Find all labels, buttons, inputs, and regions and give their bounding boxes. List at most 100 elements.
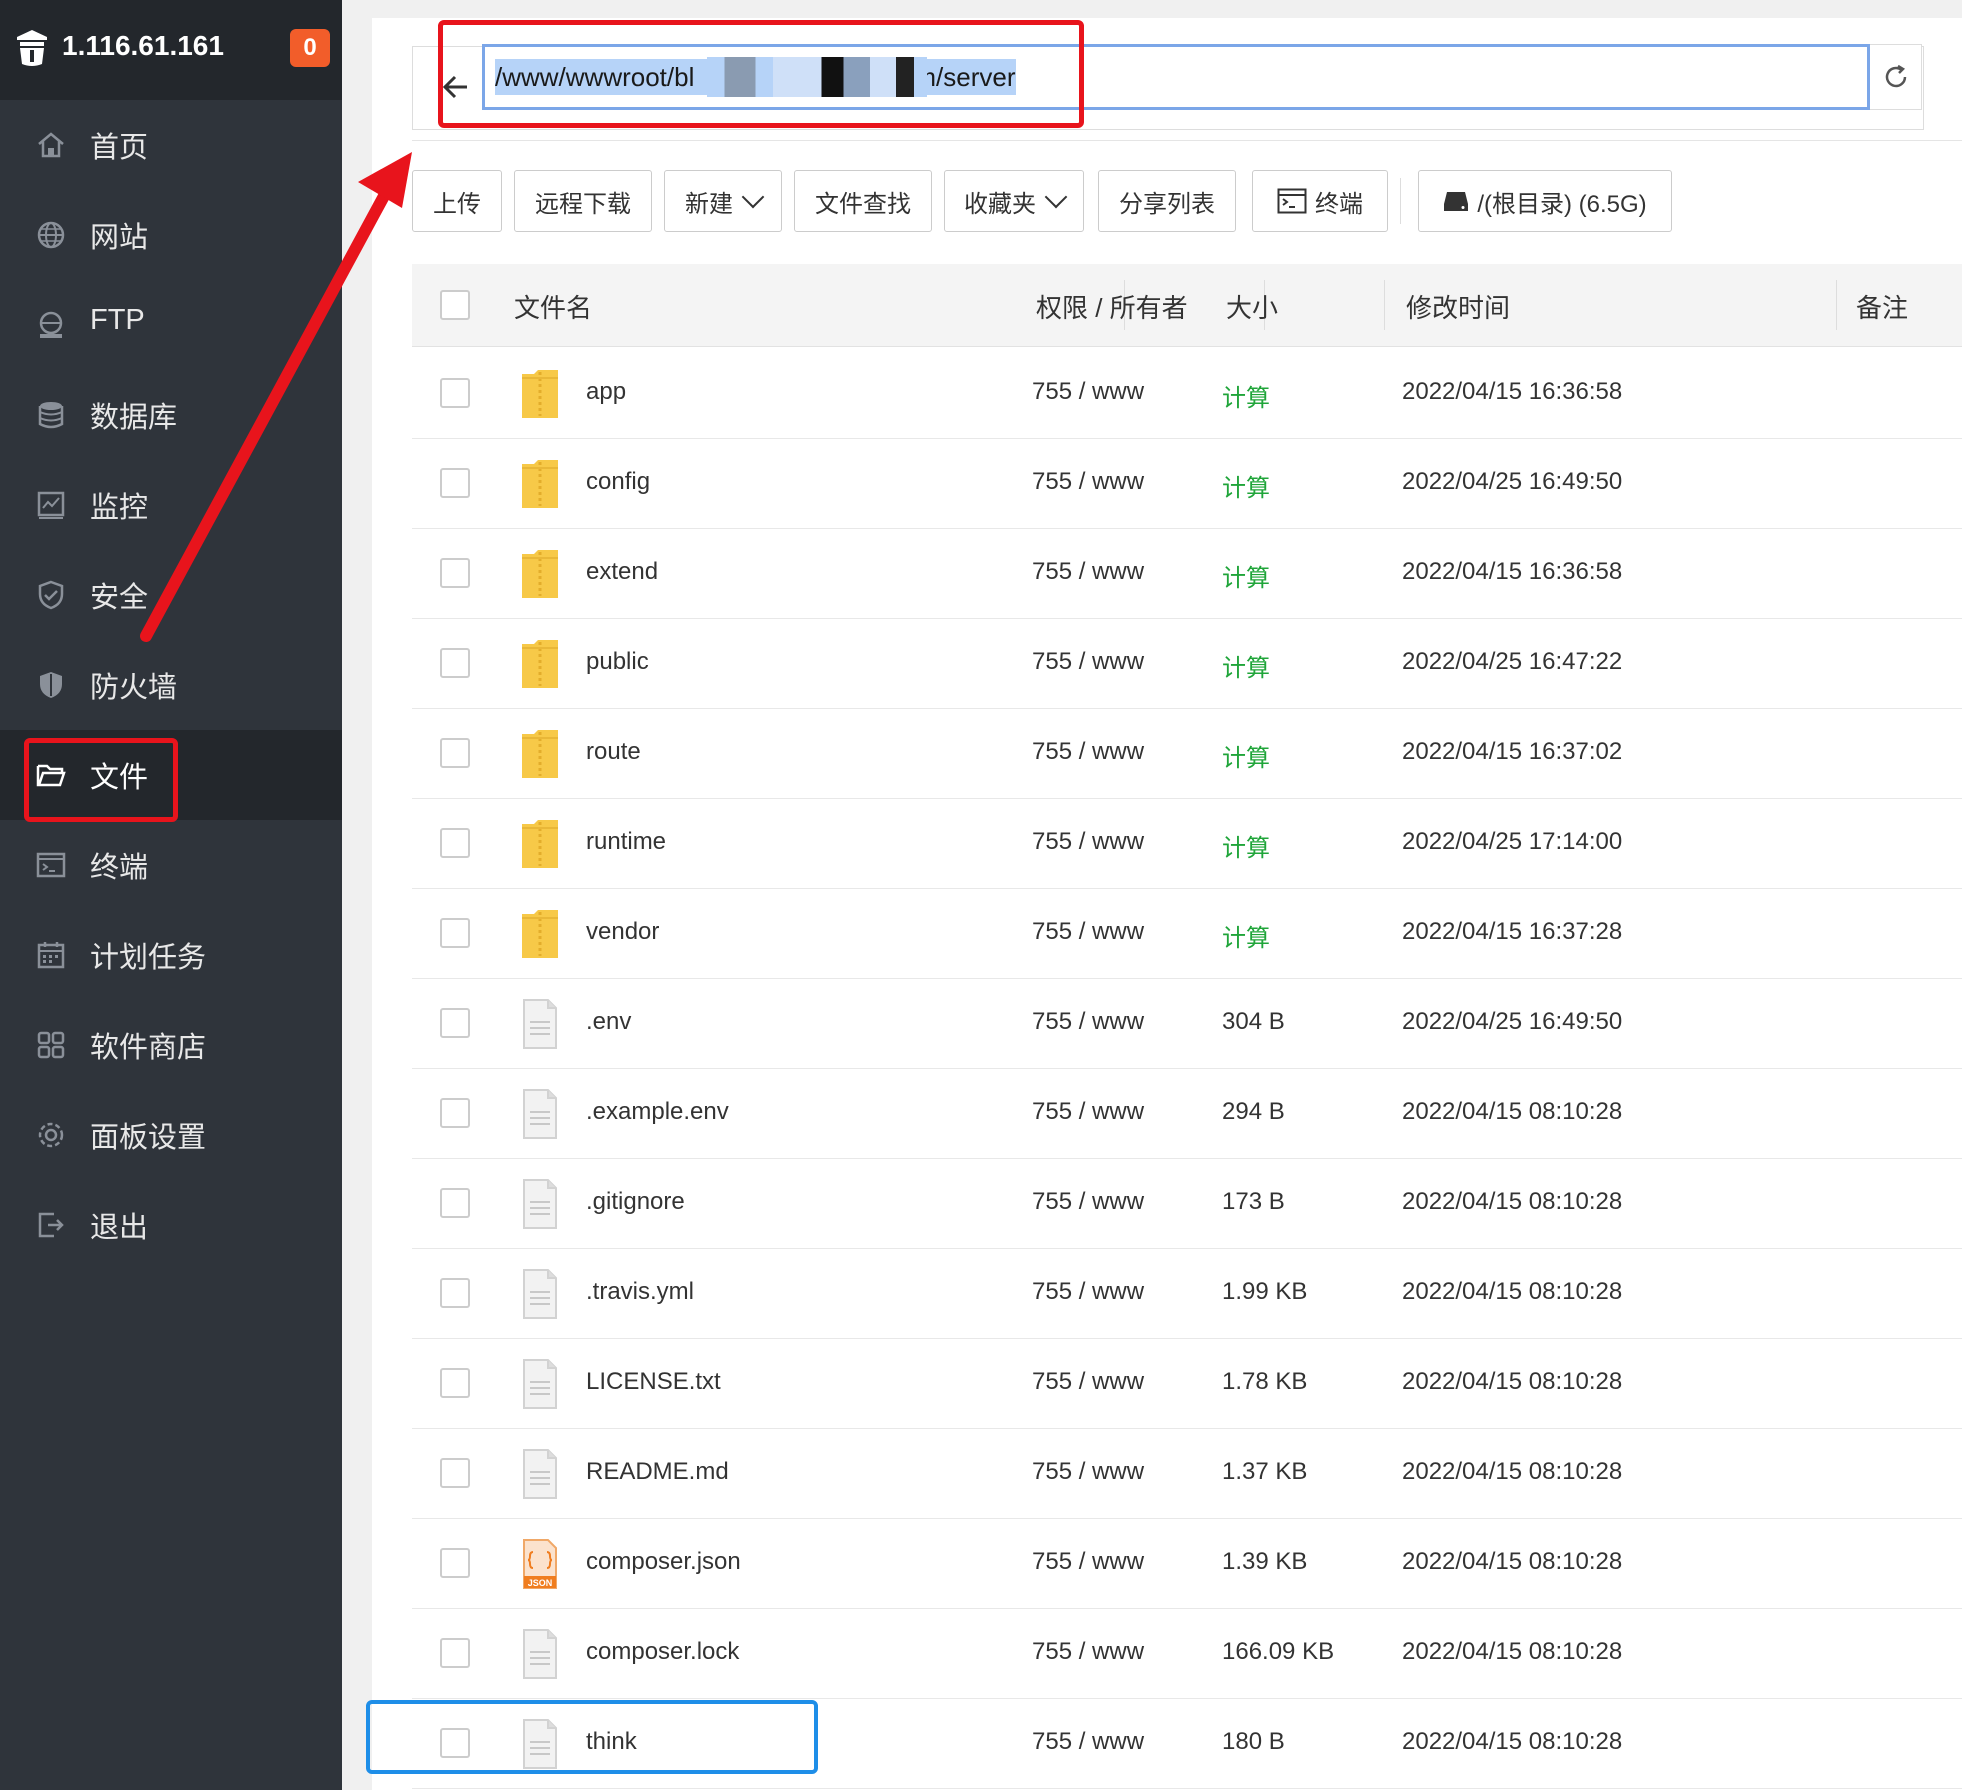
sidebar-item-logout[interactable]: 退出	[0, 1180, 342, 1270]
file-permission[interactable]: 755 / www	[1032, 1638, 1144, 1666]
file-name[interactable]: composer.lock	[586, 1638, 739, 1666]
file-permission[interactable]: 755 / www	[1032, 468, 1144, 496]
file-name[interactable]: README.md	[586, 1458, 729, 1486]
row-checkbox[interactable]	[440, 738, 470, 768]
table-row[interactable]: runtime 755 / www 计算 2022/04/25 17:14:00	[412, 798, 1962, 889]
share-list-button[interactable]: 分享列表	[1098, 170, 1236, 232]
file-permission[interactable]: 755 / www	[1032, 378, 1144, 406]
file-permission[interactable]: 755 / www	[1032, 828, 1144, 856]
file-permission[interactable]: 755 / www	[1032, 918, 1144, 946]
row-checkbox[interactable]	[440, 1098, 470, 1128]
sidebar-item-website[interactable]: 网站	[0, 190, 342, 280]
row-checkbox[interactable]	[440, 918, 470, 948]
row-checkbox[interactable]	[440, 1368, 470, 1398]
table-row[interactable]: .travis.yml 755 / www 1.99 KB 2022/04/15…	[412, 1248, 1962, 1339]
sidebar-menu: 首页 网站 FTP 数据库 监控 安全 防火墙 文件 终端 计划任务 软件商店 …	[0, 100, 342, 1268]
calc-size-link[interactable]: 计算	[1222, 828, 1270, 863]
calc-size-link[interactable]: 计算	[1222, 738, 1270, 773]
table-row[interactable]: .example.env 755 / www 294 B 2022/04/15 …	[412, 1068, 1962, 1159]
table-row[interactable]: .env 755 / www 304 B 2022/04/25 16:49:50	[412, 978, 1962, 1069]
row-checkbox[interactable]	[440, 828, 470, 858]
file-name[interactable]: .gitignore	[586, 1188, 685, 1216]
row-checkbox[interactable]	[440, 378, 470, 408]
table-row[interactable]: extend 755 / www 计算 2022/04/15 16:36:58	[412, 528, 1962, 619]
notification-badge[interactable]: 0	[290, 29, 330, 67]
file-permission[interactable]: 755 / www	[1032, 558, 1144, 586]
file-permission[interactable]: 755 / www	[1032, 1368, 1144, 1396]
file-name[interactable]: vendor	[586, 918, 659, 946]
row-checkbox[interactable]	[440, 648, 470, 678]
table-row[interactable]: vendor 755 / www 计算 2022/04/15 16:37:28	[412, 888, 1962, 979]
file-permission[interactable]: 755 / www	[1032, 1098, 1144, 1126]
sidebar-item-database[interactable]: 数据库	[0, 370, 342, 460]
file-name[interactable]: app	[586, 378, 626, 406]
table-row[interactable]: config 755 / www 计算 2022/04/25 16:49:50	[412, 438, 1962, 529]
file-permission[interactable]: 755 / www	[1032, 1188, 1144, 1216]
calc-size-link[interactable]: 计算	[1222, 918, 1270, 953]
sidebar-item-cron[interactable]: 计划任务	[0, 910, 342, 1000]
column-header-mtime[interactable]: 修改时间	[1406, 288, 1510, 325]
table-row[interactable]: public 755 / www 计算 2022/04/25 16:47:22	[412, 618, 1962, 709]
apps-icon	[37, 1031, 65, 1059]
sidebar-item-firewall[interactable]: 防火墙	[0, 640, 342, 730]
file-name[interactable]: config	[586, 468, 650, 496]
sidebar-item-label: FTP	[90, 304, 145, 336]
row-checkbox[interactable]	[440, 1458, 470, 1488]
file-name[interactable]: runtime	[586, 828, 666, 856]
file-permission[interactable]: 755 / www	[1032, 648, 1144, 676]
sidebar-item-monitor[interactable]: 监控	[0, 460, 342, 550]
file-name[interactable]: composer.json	[586, 1548, 741, 1576]
table-row[interactable]: JSON composer.json 755 / www 1.39 KB 202…	[412, 1518, 1962, 1609]
row-checkbox[interactable]	[440, 558, 470, 588]
terminal-button[interactable]: 终端	[1252, 170, 1388, 232]
sidebar-item-store[interactable]: 软件商店	[0, 1000, 342, 1090]
table-row[interactable]: route 755 / www 计算 2022/04/15 16:37:02	[412, 708, 1962, 799]
disk-button[interactable]: /(根目录) (6.5G)	[1418, 170, 1672, 232]
file-name[interactable]: LICENSE.txt	[586, 1368, 721, 1396]
calc-size-link[interactable]: 计算	[1222, 468, 1270, 503]
select-all-checkbox[interactable]	[440, 290, 470, 320]
file-permission[interactable]: 755 / www	[1032, 1458, 1144, 1486]
column-header-name[interactable]: 文件名	[514, 288, 592, 325]
row-checkbox[interactable]	[440, 1188, 470, 1218]
row-checkbox[interactable]	[440, 468, 470, 498]
file-permission[interactable]: 755 / www	[1032, 1548, 1144, 1576]
table-row[interactable]: app 755 / www 计算 2022/04/15 16:36:58	[412, 348, 1962, 439]
file-name[interactable]: .example.env	[586, 1098, 729, 1126]
refresh-button[interactable]	[1870, 44, 1922, 110]
file-name[interactable]: .env	[586, 1008, 631, 1036]
calc-size-link[interactable]: 计算	[1222, 648, 1270, 683]
file-permission[interactable]: 755 / www	[1032, 738, 1144, 766]
sidebar-item-ftp[interactable]: FTP	[0, 280, 342, 370]
column-header-perm[interactable]: 权限 / 所有者	[1036, 288, 1188, 325]
file-search-button[interactable]: 文件查找	[794, 170, 932, 232]
sidebar-item-terminal[interactable]: 终端	[0, 820, 342, 910]
table-row[interactable]: .gitignore 755 / www 173 B 2022/04/15 08…	[412, 1158, 1962, 1249]
table-row[interactable]: README.md 755 / www 1.37 KB 2022/04/15 0…	[412, 1428, 1962, 1519]
file-name[interactable]: route	[586, 738, 641, 766]
remote-download-button[interactable]: 远程下载	[514, 170, 652, 232]
row-checkbox[interactable]	[440, 1278, 470, 1308]
column-header-note[interactable]: 备注	[1856, 288, 1908, 325]
file-name[interactable]: .travis.yml	[586, 1278, 694, 1306]
calc-size-link[interactable]: 计算	[1222, 558, 1270, 593]
calc-size-link[interactable]: 计算	[1222, 378, 1270, 413]
row-checkbox[interactable]	[440, 1548, 470, 1578]
file-name[interactable]: extend	[586, 558, 658, 586]
sidebar-item-settings[interactable]: 面板设置	[0, 1090, 342, 1180]
table-row[interactable]: composer.lock 755 / www 166.09 KB 2022/0…	[412, 1608, 1962, 1699]
folder-icon	[522, 820, 558, 868]
row-checkbox[interactable]	[440, 1008, 470, 1038]
table-row[interactable]: LICENSE.txt 755 / www 1.78 KB 2022/04/15…	[412, 1338, 1962, 1429]
file-permission[interactable]: 755 / www	[1032, 1278, 1144, 1306]
upload-button[interactable]: 上传	[412, 170, 502, 232]
sidebar-item-home[interactable]: 首页	[0, 100, 342, 190]
column-header-size[interactable]: 大小	[1226, 288, 1278, 325]
file-permission[interactable]: 755 / www	[1032, 1728, 1144, 1756]
new-dropdown-button[interactable]: 新建	[664, 170, 782, 232]
file-name[interactable]: public	[586, 648, 649, 676]
sidebar-item-security[interactable]: 安全	[0, 550, 342, 640]
favorites-dropdown-button[interactable]: 收藏夹	[944, 170, 1084, 232]
file-permission[interactable]: 755 / www	[1032, 1008, 1144, 1036]
row-checkbox[interactable]	[440, 1638, 470, 1668]
